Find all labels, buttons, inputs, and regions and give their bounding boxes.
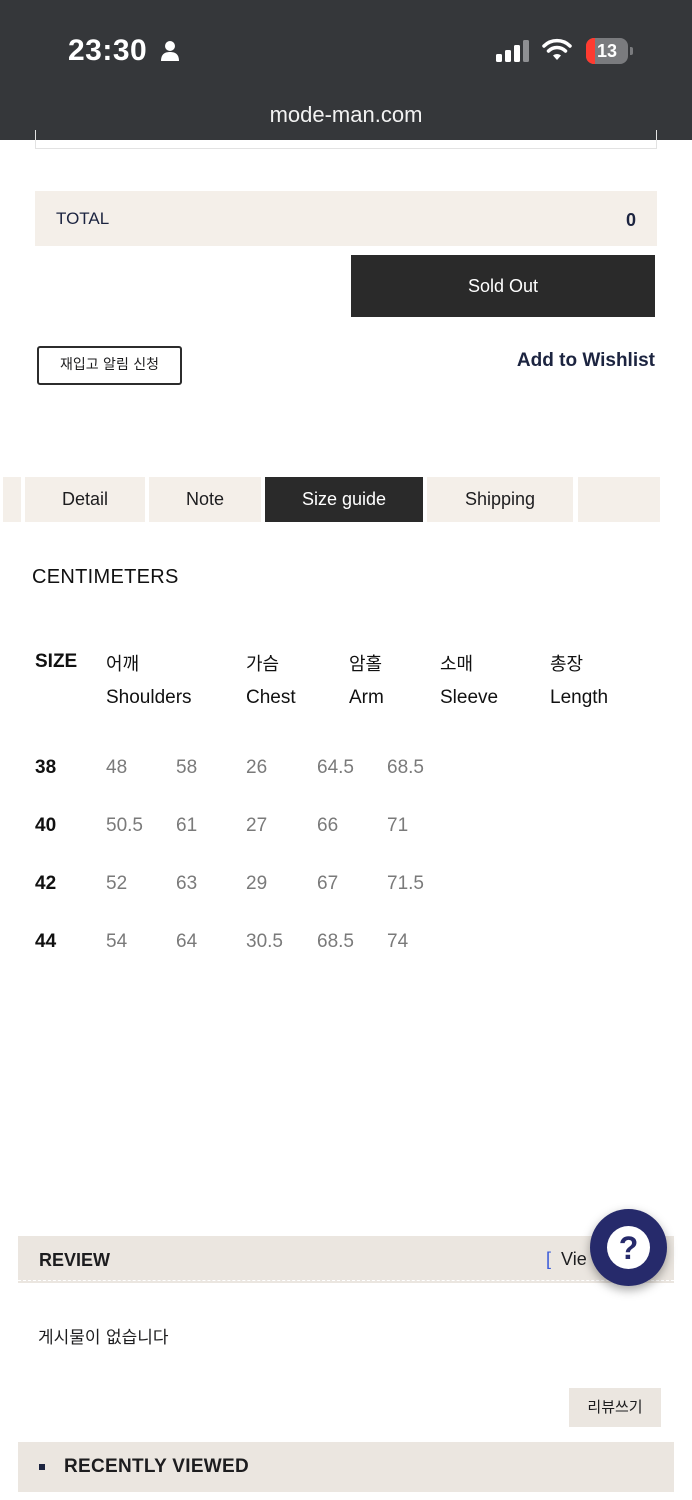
tab-shipping[interactable]: Shipping xyxy=(427,477,573,522)
tab-size-guide[interactable]: Size guide xyxy=(265,477,423,522)
table-cell: 58 xyxy=(176,757,198,778)
size-40-label: 40 xyxy=(35,815,57,836)
total-bar: TOTAL 0 xyxy=(35,191,657,246)
table-cell: 68.5 xyxy=(387,757,424,778)
table-cell: 29 xyxy=(246,873,268,894)
view-link-bracket: [ xyxy=(546,1249,552,1269)
tab-stub-left xyxy=(3,477,21,522)
size-unit-title: CENTIMETERS xyxy=(32,566,179,588)
person-icon xyxy=(161,41,179,61)
divider xyxy=(18,1280,674,1282)
sleeve-header-ko: 소매 xyxy=(440,654,474,675)
table-cell: 48 xyxy=(106,757,128,778)
size-column-header: SIZE xyxy=(35,651,78,672)
table-cell: 64.5 xyxy=(317,757,354,778)
sleeve-header-en: Sleeve xyxy=(440,687,499,708)
tab-stub-right xyxy=(578,477,660,522)
review-header-bar: REVIEW [ Vie xyxy=(18,1236,674,1283)
option-box-edge xyxy=(35,130,657,149)
status-time: 23:30 xyxy=(68,34,148,67)
view-all-reviews-link[interactable]: [ Vie xyxy=(546,1249,587,1270)
table-cell: 61 xyxy=(176,815,198,836)
shoulders-header-en: Shoulders xyxy=(106,687,192,708)
table-cell: 66 xyxy=(317,815,339,836)
battery-level: 13 xyxy=(596,41,618,61)
table-cell: 27 xyxy=(246,815,268,836)
table-cell: 67 xyxy=(317,873,339,894)
table-cell: 63 xyxy=(176,873,198,894)
chest-header-ko: 가슴 xyxy=(246,654,280,675)
shoulders-header-ko: 어깨 xyxy=(106,654,140,675)
browser-url[interactable]: mode-man.com xyxy=(0,102,692,128)
length-header-en: Length xyxy=(550,687,609,708)
table-cell: 74 xyxy=(387,931,409,952)
bullet-icon xyxy=(39,1464,45,1470)
table-cell: 68.5 xyxy=(317,931,354,952)
view-link-text: Vie xyxy=(561,1249,587,1269)
recently-viewed-bar[interactable]: RECENTLY VIEWED xyxy=(18,1442,674,1492)
chest-header-en: Chest xyxy=(246,687,296,708)
status-bar: 23:30 13 mode-man.com xyxy=(0,0,692,140)
tab-note[interactable]: Note xyxy=(149,477,261,522)
table-cell: 71.5 xyxy=(387,873,424,894)
write-review-button[interactable]: 리뷰쓰기 xyxy=(569,1388,661,1427)
recently-viewed-title: RECENTLY VIEWED xyxy=(64,1456,250,1477)
size-38-label: 38 xyxy=(35,757,57,778)
wifi-icon xyxy=(542,38,572,60)
no-posts-message: 게시물이 없습니다 xyxy=(38,1328,169,1348)
tab-detail[interactable]: Detail xyxy=(25,477,145,522)
cellular-signal-icon xyxy=(496,40,529,62)
size-44-label: 44 xyxy=(35,931,57,952)
sold-out-button[interactable]: Sold Out xyxy=(351,255,655,317)
table-cell: 54 xyxy=(106,931,128,952)
arm-header-ko: 암홀 xyxy=(349,654,383,675)
table-cell: 52 xyxy=(106,873,128,894)
help-chat-button[interactable]: ? xyxy=(590,1209,667,1286)
review-title: REVIEW xyxy=(39,1250,111,1270)
total-value: 0 xyxy=(625,210,636,230)
battery-icon: 13 xyxy=(586,38,633,64)
size-42-label: 42 xyxy=(35,873,57,894)
table-cell: 64 xyxy=(176,931,198,952)
length-header-ko: 총장 xyxy=(550,654,584,675)
table-cell: 50.5 xyxy=(106,815,143,836)
add-to-wishlist-link[interactable]: Add to Wishlist xyxy=(517,350,655,372)
table-cell: 71 xyxy=(387,815,409,836)
total-label: TOTAL xyxy=(56,209,110,228)
question-mark-icon: ? xyxy=(607,1226,650,1269)
table-cell: 26 xyxy=(246,757,268,778)
arm-header-en: Arm xyxy=(349,687,384,708)
table-cell: 30.5 xyxy=(246,931,283,952)
restock-alert-button[interactable]: 재입고 알림 신청 xyxy=(37,346,182,385)
